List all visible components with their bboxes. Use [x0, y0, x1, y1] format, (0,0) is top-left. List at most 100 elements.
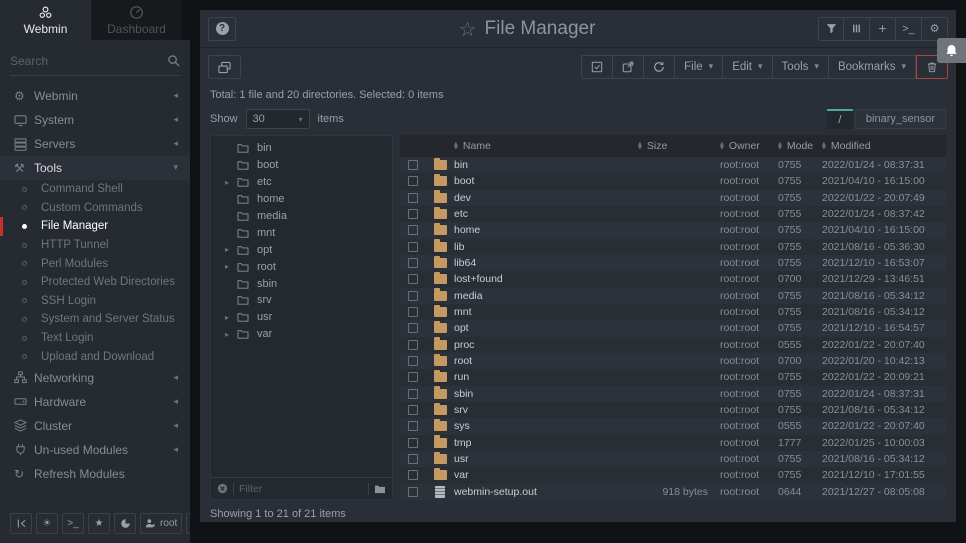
sidebar-subitem[interactable]: Upload and Download	[0, 347, 190, 366]
tree-item[interactable]: ▸ root	[211, 258, 392, 275]
file-name[interactable]: lost+found	[454, 273, 638, 285]
tree-item[interactable]: ▸ boot	[211, 157, 392, 174]
chevron-right-icon[interactable]: ▸	[225, 178, 237, 187]
sidebar-subitem[interactable]: Protected Web Directories	[0, 273, 190, 292]
add-button[interactable]: +	[870, 17, 896, 41]
table-row[interactable]: lib64 root:root 0755 2021/12/10 - 16:53:…	[400, 255, 946, 271]
file-name[interactable]: srv	[454, 404, 638, 416]
row-checkbox[interactable]	[408, 421, 418, 431]
file-name[interactable]: webmin-setup.out	[454, 486, 638, 498]
file-name[interactable]: run	[454, 371, 638, 383]
file-name[interactable]: sbin	[454, 388, 638, 400]
table-row[interactable]: tmp root:root 1777 2022/01/25 - 10:00:03	[400, 435, 946, 451]
row-checkbox[interactable]	[408, 340, 418, 350]
chevron-right-icon[interactable]: ▸	[225, 330, 237, 339]
sidebar-item-hardware[interactable]: Hardware ◂	[0, 390, 190, 414]
column-header-size[interactable]: ▲▼ Size	[638, 140, 720, 152]
tree-item[interactable]: ▸ etc	[211, 174, 392, 191]
search-icon[interactable]	[167, 54, 180, 67]
table-row[interactable]: dev root:root 0755 2022/01/22 - 20:07:49	[400, 190, 946, 206]
sidebar-subitem[interactable]: Text Login	[0, 329, 190, 348]
row-checkbox[interactable]	[408, 307, 418, 317]
table-row[interactable]: opt root:root 0755 2021/12/10 - 16:54:57	[400, 320, 946, 336]
table-row[interactable]: mnt root:root 0755 2021/08/16 - 05:34:12	[400, 304, 946, 320]
sort-icon[interactable]: ▲▼	[778, 142, 782, 150]
clear-filter-icon[interactable]	[217, 483, 228, 494]
sidebar-subitem[interactable]: Command Shell	[0, 180, 190, 199]
favorite-star-icon[interactable]: ☆	[459, 17, 477, 41]
row-checkbox[interactable]	[408, 454, 418, 464]
row-checkbox[interactable]	[408, 258, 418, 268]
file-name[interactable]: boot	[454, 175, 638, 187]
row-checkbox[interactable]	[408, 405, 418, 415]
search-input[interactable]	[10, 54, 167, 68]
row-checkbox[interactable]	[408, 487, 418, 497]
sort-icon[interactable]: ▲▼	[720, 142, 724, 150]
sidebar-subitem[interactable]: Perl Modules	[0, 254, 190, 273]
column-header-name[interactable]: ▲▼ Name	[454, 140, 638, 152]
table-row[interactable]: webmin-setup.out 918 bytes root:root 064…	[400, 484, 946, 500]
settings-gear-button[interactable]: ⚙	[922, 17, 948, 41]
table-row[interactable]: usr root:root 0755 2021/08/16 - 05:34:12	[400, 451, 946, 467]
row-checkbox[interactable]	[408, 242, 418, 252]
table-row[interactable]: home root:root 0755 2021/04/10 - 16:15:0…	[400, 222, 946, 238]
table-row[interactable]: run root:root 0755 2022/01/22 - 20:09:21	[400, 369, 946, 385]
tree-item[interactable]: ▸ sbin	[211, 275, 392, 292]
copy-window-button[interactable]	[208, 55, 241, 79]
filter-button[interactable]	[818, 17, 844, 41]
file-name[interactable]: mnt	[454, 306, 638, 318]
refresh-button[interactable]	[644, 55, 675, 79]
row-checkbox[interactable]	[408, 176, 418, 186]
sidebar-item-tools[interactable]: ⚒ Tools ▾	[0, 156, 190, 180]
help-button[interactable]: ?	[208, 17, 236, 41]
file-name[interactable]: lib	[454, 241, 638, 253]
file-name[interactable]: proc	[454, 339, 638, 351]
row-checkbox[interactable]	[408, 274, 418, 284]
export-button[interactable]	[613, 55, 644, 79]
sidebar-item-unused-modules[interactable]: Un-used Modules ◂	[0, 438, 190, 462]
edit-menu-button[interactable]: Edit ▾	[723, 55, 772, 79]
table-row[interactable]: media root:root 0755 2021/08/16 - 05:34:…	[400, 288, 946, 304]
tools-menu-button[interactable]: Tools ▾	[773, 55, 829, 79]
sidebar-item-system[interactable]: System ◂	[0, 108, 190, 132]
table-row[interactable]: etc root:root 0755 2022/01/24 - 08:37:42	[400, 206, 946, 222]
tree-item[interactable]: ▸ bin	[211, 140, 392, 157]
tree-item[interactable]: ▸ usr	[211, 309, 392, 326]
column-header-owner[interactable]: ▲▼ Owner	[720, 140, 778, 152]
row-checkbox[interactable]	[408, 372, 418, 382]
tab-webmin[interactable]: Webmin	[0, 0, 91, 40]
tree-item[interactable]: ▸ opt	[211, 241, 392, 258]
tree-filter-input[interactable]	[239, 483, 363, 495]
row-checkbox[interactable]	[408, 356, 418, 366]
terminal-button[interactable]: >_	[896, 17, 922, 41]
column-header-mode[interactable]: ▲▼ Mode	[778, 140, 822, 152]
sort-icon[interactable]: ▲▼	[822, 142, 826, 150]
table-row[interactable]: lib root:root 0755 2021/08/16 - 05:36:30	[400, 239, 946, 255]
row-checkbox[interactable]	[408, 438, 418, 448]
folder-select-icon[interactable]	[374, 484, 386, 494]
sidebar-item-refresh-modules[interactable]: ↻ Refresh Modules	[0, 462, 190, 486]
row-checkbox[interactable]	[408, 291, 418, 301]
theme-palette-button[interactable]	[114, 513, 136, 534]
breadcrumb-current[interactable]: binary_sensor	[855, 109, 946, 129]
user-button[interactable]: root	[140, 513, 182, 534]
sidebar-subitem[interactable]: SSH Login	[0, 292, 190, 311]
file-name[interactable]: sys	[454, 420, 638, 432]
notifications-bell-button[interactable]	[937, 38, 966, 63]
file-name[interactable]: dev	[454, 192, 638, 204]
file-name[interactable]: opt	[454, 322, 638, 334]
bookmarks-menu-button[interactable]: Bookmarks ▾	[829, 55, 916, 79]
row-checkbox[interactable]	[408, 323, 418, 333]
tree-item[interactable]: ▸ mnt	[211, 224, 392, 241]
favorites-star-button[interactable]: ★	[88, 513, 110, 534]
sidebar-item-servers[interactable]: Servers ◂	[0, 132, 190, 156]
table-row[interactable]: proc root:root 0555 2022/01/22 - 20:07:4…	[400, 337, 946, 353]
row-checkbox[interactable]	[408, 389, 418, 399]
file-name[interactable]: lib64	[454, 257, 638, 269]
theme-sun-button[interactable]: ☀	[36, 513, 58, 534]
table-row[interactable]: bin root:root 0755 2022/01/24 - 08:37:31	[400, 157, 946, 173]
sidebar-subitem[interactable]: Custom Commands	[0, 199, 190, 218]
page-size-select[interactable]: 30 ▾	[246, 109, 310, 129]
file-name[interactable]: etc	[454, 208, 638, 220]
shell-button[interactable]: >_	[62, 513, 84, 534]
